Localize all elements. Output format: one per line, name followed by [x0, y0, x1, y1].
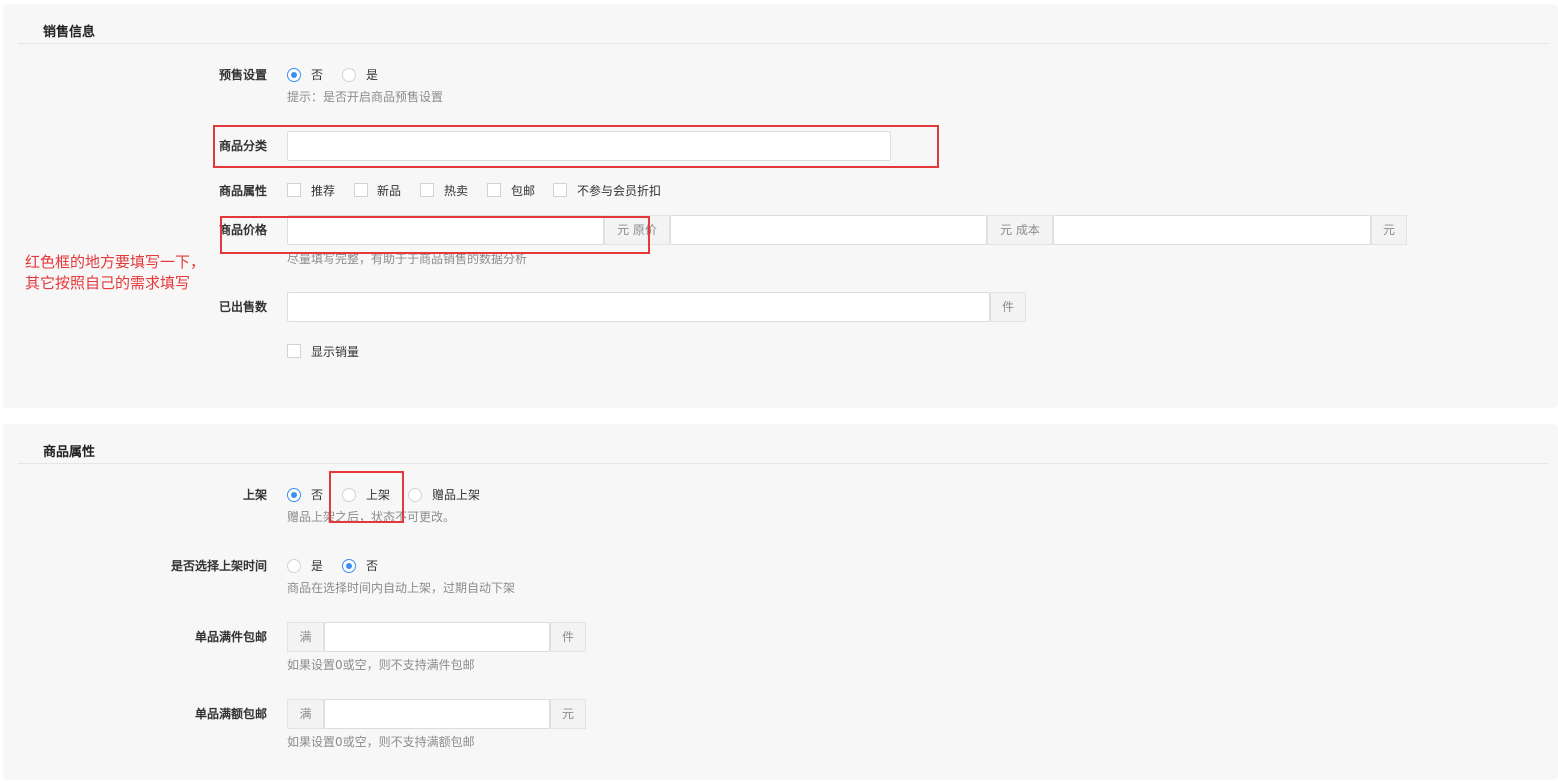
attr-checkbox-no-member-discount[interactable]	[553, 183, 567, 197]
free-ship-amount-label: 单品满额包邮	[194, 707, 267, 721]
presale-radio-yes[interactable]	[342, 68, 356, 82]
attr-option-new: 新品	[377, 184, 402, 198]
annotation-box-category	[213, 125, 939, 168]
free-ship-amount-suffix: 元	[550, 699, 586, 729]
annotation-note-line2: 其它按照自己的需求填写	[25, 275, 191, 292]
original-price-input[interactable]	[670, 215, 987, 245]
free-ship-qty-label: 单品满件包邮	[194, 630, 267, 644]
divider	[18, 463, 1549, 464]
product-attributes-panel: 商品属性	[3, 424, 1558, 780]
sold-count-unit-addon: 件	[990, 292, 1026, 322]
presale-radio-no[interactable]	[287, 68, 301, 82]
attr-checkbox-new[interactable]	[354, 183, 368, 197]
attr-checkbox-hot[interactable]	[420, 183, 434, 197]
schedule-radio-no[interactable]	[342, 559, 356, 573]
sold-count-label: 已出售数	[218, 300, 267, 314]
attr-option-hot: 热卖	[444, 184, 469, 198]
free-ship-qty-input[interactable]	[324, 622, 550, 652]
attr-option-no-member-discount: 不参与会员折扣	[577, 184, 662, 198]
schedule-label: 是否选择上架时间	[170, 559, 267, 573]
annotation-box-price	[220, 216, 650, 254]
presale-label: 预售设置	[218, 68, 267, 82]
presale-hint: 提示：是否开启商品预售设置	[287, 90, 444, 104]
sales-info-title: 销售信息	[43, 25, 96, 40]
show-sales-checkbox[interactable]	[287, 344, 301, 358]
presale-option-yes: 是	[366, 68, 379, 82]
show-sales-label: 显示销量	[311, 345, 360, 359]
schedule-hint: 商品在选择时间内自动上架，过期自动下架	[287, 581, 516, 595]
attr-option-recommend: 推荐	[311, 184, 336, 198]
sales-info-panel: 销售信息	[3, 4, 1558, 408]
listing-label: 上架	[242, 488, 267, 502]
listing-option-no: 否	[311, 488, 324, 502]
schedule-radio-yes[interactable]	[287, 559, 301, 573]
cost-price-input[interactable]	[1053, 215, 1371, 245]
listing-radio-no[interactable]	[287, 488, 301, 502]
annotation-box-listing	[329, 471, 404, 523]
sold-count-input[interactable]	[287, 292, 990, 322]
divider	[18, 43, 1549, 44]
attr-checkbox-free-shipping[interactable]	[487, 183, 501, 197]
product-attributes-title: 商品属性	[43, 445, 96, 460]
free-ship-qty-prefix: 满	[287, 622, 324, 652]
free-ship-amount-hint: 如果设置0或空，则不支持满额包邮	[287, 735, 475, 749]
annotation-note-line1: 红色框的地方要填写一下，	[25, 254, 206, 271]
schedule-option-yes: 是	[311, 559, 324, 573]
free-ship-qty-hint: 如果设置0或空，则不支持满件包邮	[287, 658, 475, 672]
presale-option-no: 否	[311, 68, 324, 82]
original-price-unit-addon: 元 成本	[987, 215, 1053, 245]
free-ship-amount-input[interactable]	[324, 699, 550, 729]
schedule-option-no: 否	[366, 559, 379, 573]
listing-option-gift-list: 赠品上架	[432, 488, 481, 502]
free-ship-amount-prefix: 满	[287, 699, 324, 729]
attr-checkbox-recommend[interactable]	[287, 183, 301, 197]
attr-option-free-shipping: 包邮	[511, 184, 536, 198]
listing-radio-gift-list[interactable]	[408, 488, 422, 502]
free-ship-qty-suffix: 件	[550, 622, 586, 652]
cost-unit-addon: 元	[1371, 215, 1407, 245]
attributes-label: 商品属性	[218, 184, 267, 198]
